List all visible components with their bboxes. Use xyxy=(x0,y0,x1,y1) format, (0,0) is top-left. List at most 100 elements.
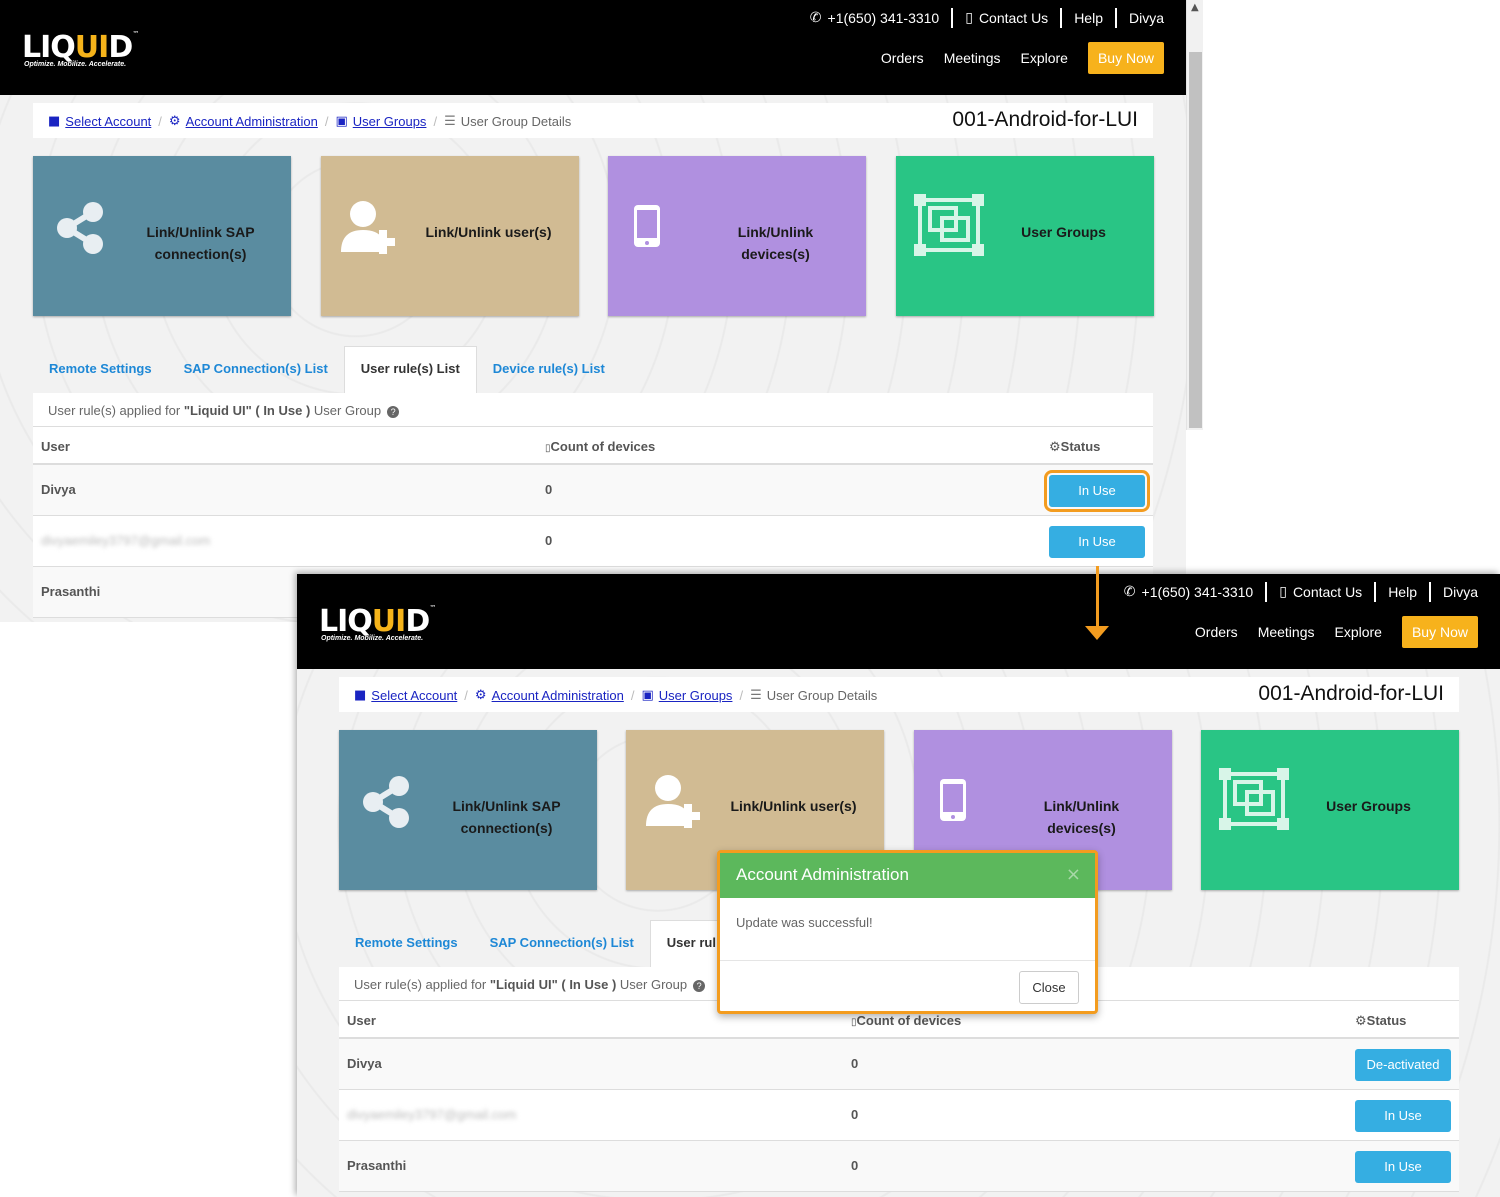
phone-icon: ✆ xyxy=(809,10,822,26)
gear-icon: ⚙ xyxy=(1355,1014,1367,1029)
logo[interactable]: LIQUID™ xyxy=(22,30,139,65)
groups-icon: ▣ xyxy=(335,114,348,129)
list-icon: ☰ xyxy=(444,114,456,129)
nav-orders[interactable]: Orders xyxy=(881,50,924,66)
help-icon[interactable]: ? xyxy=(693,980,706,992)
share-icon xyxy=(363,776,409,828)
close-button[interactable]: Close xyxy=(1019,971,1079,1004)
help-link[interactable]: Help xyxy=(1074,10,1103,26)
user-menu[interactable]: Divya xyxy=(1129,10,1164,26)
status-button[interactable]: In Use xyxy=(1049,526,1145,558)
tile-user-groups[interactable]: User Groups xyxy=(1201,730,1459,890)
add-user-icon xyxy=(341,201,395,254)
modal-message: Update was successful! xyxy=(720,898,1095,961)
status-button[interactable]: De-activated xyxy=(1355,1049,1451,1081)
briefcase-icon: ■ xyxy=(354,688,367,703)
tab-remote-settings[interactable]: Remote Settings xyxy=(33,347,168,393)
panel-info: User rule(s) applied for "Liquid UI" ( I… xyxy=(33,393,1153,427)
col-user: User xyxy=(41,439,70,454)
logo-tagline: Optimize. Mobilize. Accelerate. xyxy=(24,61,127,68)
modal-title: Account Administration xyxy=(736,865,909,884)
breadcrumb-account-administration[interactable]: Account Administration xyxy=(492,688,624,703)
nav-meetings[interactable]: Meetings xyxy=(944,50,1001,66)
top-header: LIQUID™ Optimize. Mobilize. Accelerate. … xyxy=(0,0,1186,95)
col-status: ⚙Status xyxy=(1049,439,1101,455)
breadcrumb: ■ Select Account / ⚙ Account Administrat… xyxy=(339,677,1459,712)
breadcrumb-current: User Group Details xyxy=(460,114,572,129)
phone-number[interactable]: +1(650) 341-3310 xyxy=(828,10,940,26)
phone-number[interactable]: +1(650) 341-3310 xyxy=(1142,584,1254,600)
status-button[interactable]: In Use xyxy=(1355,1100,1451,1132)
tab-bar: Remote Settings SAP Connection(s) List U… xyxy=(33,345,621,393)
buy-now-button[interactable]: Buy Now xyxy=(1401,616,1478,648)
contact-us-link[interactable]: Contact Us xyxy=(979,10,1048,26)
buy-now-button[interactable]: Buy Now xyxy=(1087,42,1164,74)
group-frame-icon xyxy=(1219,768,1289,830)
table-row: divyaemiley3797@gmail.com 0 In Use xyxy=(33,516,1153,567)
breadcrumb: ■ Select Account / ⚙ Account Administrat… xyxy=(33,103,1153,138)
briefcase-icon: ■ xyxy=(48,114,61,129)
top-utility-bar: ✆ +1(650) 341-3310 ▯ Contact Us Help Div… xyxy=(810,8,1164,28)
tile-link-sap[interactable]: Link/Unlink SAP connection(s) xyxy=(339,730,597,890)
share-icon xyxy=(57,202,103,254)
status-button[interactable]: In Use xyxy=(1355,1151,1451,1183)
logo[interactable]: LIQUID™ xyxy=(319,604,436,639)
col-count: ▯Count of devices xyxy=(851,1013,962,1028)
nav-explore[interactable]: Explore xyxy=(1335,624,1382,640)
group-frame-icon xyxy=(914,194,984,256)
device-contact-icon: ▯ xyxy=(965,10,973,26)
breadcrumb-account-administration[interactable]: Account Administration xyxy=(186,114,318,129)
groups-icon: ▣ xyxy=(641,688,654,703)
account-name: 001-Android-for-LUI xyxy=(952,108,1138,131)
tab-remote-settings[interactable]: Remote Settings xyxy=(339,921,474,967)
table-row: Divya 0 In Use xyxy=(33,465,1153,516)
tab-device-rules[interactable]: Device rule(s) List xyxy=(477,347,621,393)
modal-header: Account Administration × xyxy=(720,853,1095,898)
breadcrumb-user-groups[interactable]: User Groups xyxy=(353,114,427,129)
top-header: LIQUID™ Optimize. Mobilize. Accelerate. … xyxy=(297,574,1500,669)
callout-arrow-line xyxy=(1096,566,1099,628)
table-row: Prasanthi 0 In Use xyxy=(339,1141,1459,1192)
col-count: ▯Count of devices xyxy=(545,439,656,454)
phone-icon: ✆ xyxy=(1123,584,1136,600)
nav-explore[interactable]: Explore xyxy=(1021,50,1068,66)
table-header: User ▯Count of devices ⚙Status xyxy=(33,427,1153,465)
tile-user-groups[interactable]: User Groups xyxy=(896,156,1154,316)
user-menu[interactable]: Divya xyxy=(1443,584,1478,600)
tab-user-rules[interactable]: User rule(s) List xyxy=(343,346,477,393)
contact-us-link[interactable]: Contact Us xyxy=(1293,584,1362,600)
gear-icon: ⚙ xyxy=(1049,440,1061,455)
tile-link-users[interactable]: Link/Unlink user(s) xyxy=(321,156,579,316)
breadcrumb-current: User Group Details xyxy=(766,688,878,703)
main-nav: Orders Meetings Explore Buy Now xyxy=(1175,616,1478,648)
help-icon[interactable]: ? xyxy=(387,406,400,418)
tab-sap-connections[interactable]: SAP Connection(s) List xyxy=(168,347,344,393)
gears-icon: ⚙ xyxy=(474,688,487,703)
scrollbar-thumb[interactable] xyxy=(1189,52,1202,428)
close-icon[interactable]: × xyxy=(1066,864,1081,885)
modal-footer: Close xyxy=(720,961,1095,1014)
breadcrumb-user-groups[interactable]: User Groups xyxy=(659,688,733,703)
mobile-icon xyxy=(634,205,660,247)
tab-sap-connections[interactable]: SAP Connection(s) List xyxy=(474,921,650,967)
success-modal: Account Administration × Update was succ… xyxy=(717,850,1098,1014)
tile-link-devices[interactable]: Link/Unlink devices(s) xyxy=(608,156,866,316)
table-row: divyaemiley3797@gmail.com 0 In Use xyxy=(339,1090,1459,1141)
nav-meetings[interactable]: Meetings xyxy=(1258,624,1315,640)
callout-arrow-head xyxy=(1085,626,1109,640)
nav-orders[interactable]: Orders xyxy=(1195,624,1238,640)
breadcrumb-select-account[interactable]: Select Account xyxy=(371,688,457,703)
help-link[interactable]: Help xyxy=(1388,584,1417,600)
device-contact-icon: ▯ xyxy=(1279,584,1287,600)
col-status: ⚙Status xyxy=(1355,1013,1407,1029)
account-name: 001-Android-for-LUI xyxy=(1258,682,1444,705)
tile-link-sap[interactable]: Link/Unlink SAP connection(s) xyxy=(33,156,291,316)
logo-tagline: Optimize. Mobilize. Accelerate. xyxy=(321,635,424,642)
gears-icon: ⚙ xyxy=(168,114,181,129)
status-button[interactable]: In Use xyxy=(1044,470,1150,512)
main-nav: Orders Meetings Explore Buy Now xyxy=(861,42,1164,74)
table-row: Divya 0 De-activated xyxy=(339,1039,1459,1090)
scrollbar[interactable]: ▲ xyxy=(1186,0,1203,430)
breadcrumb-select-account[interactable]: Select Account xyxy=(65,114,151,129)
scroll-up-arrow[interactable]: ▲ xyxy=(1191,2,1199,13)
